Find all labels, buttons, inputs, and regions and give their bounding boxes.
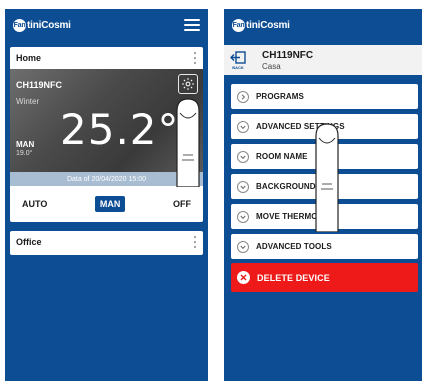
thermostat-name: CH119NFC	[16, 80, 63, 90]
thermostat-panel[interactable]: CH119NFC Winter 25.2° MAN 19.0°	[10, 69, 203, 172]
app-bar: Fan tiniCosmi	[224, 9, 422, 41]
device-name: CH119NFC	[262, 49, 314, 61]
home-card-title: Home	[16, 53, 42, 63]
home-card-header: Home	[10, 47, 203, 69]
device-room: Casa	[262, 61, 281, 71]
device-header: BACK CH119NFC Casa	[224, 45, 422, 75]
current-mode: MAN	[16, 140, 35, 149]
delete-device-label: DELETE DEVICE	[257, 272, 330, 283]
option-label: MOVE THERMOSTAT	[256, 212, 338, 221]
delete-device-button[interactable]: DELETE DEVICE	[231, 263, 418, 292]
back-label: BACK	[232, 64, 244, 70]
mode-button-man[interactable]: MAN	[94, 196, 126, 212]
thermostat-season: Winter	[16, 97, 40, 106]
phone-screen-device-settings: Fan tiniCosmi BACK CH119NFC Casa PROGRAM…	[224, 9, 422, 381]
fantini-cosmi-logo: Fan tiniCosmi	[232, 18, 290, 32]
option-label: ROOM NAME	[256, 152, 308, 161]
logo-text: tiniCosmi	[27, 19, 71, 31]
chevron-down-icon	[237, 240, 249, 253]
chevron-down-icon	[237, 180, 249, 193]
logo-text: tiniCosmi	[246, 19, 290, 31]
kebab-menu-icon[interactable]	[194, 52, 197, 64]
option-label: ADVANCED TOOLS	[256, 242, 332, 251]
back-button[interactable]: BACK	[228, 49, 248, 71]
fantini-cosmi-logo: Fan tiniCosmi	[13, 18, 71, 32]
option-background[interactable]: BACKGROUND	[231, 174, 418, 199]
option-label: BACKGROUND	[256, 182, 316, 191]
app-bar: Fan tiniCosmi	[5, 9, 208, 41]
home-card: Home CH119NFC Winter 25.2° MAN 19.0° Dat…	[10, 47, 203, 222]
phone-screen-home: Fan tiniCosmi Home CH119NFC Winter 25.2°…	[5, 9, 208, 381]
logo-mark: Fan	[232, 18, 245, 32]
option-label: ADVANCED SETTINGS	[256, 122, 345, 131]
mode-button-off[interactable]: OFF	[173, 199, 191, 209]
chevron-down-icon	[237, 150, 249, 163]
hamburger-menu-icon[interactable]	[184, 19, 200, 31]
logo-mark: Fan	[13, 18, 26, 32]
chevron-down-icon	[237, 210, 249, 223]
setpoint-temperature: 19.0°	[16, 150, 33, 157]
office-card-title: Office	[16, 237, 42, 247]
mode-selector: AUTO MAN OFF	[10, 192, 203, 216]
office-card-header: Office	[10, 231, 203, 253]
back-arrow-icon	[230, 50, 246, 64]
office-card[interactable]: Office	[10, 231, 203, 255]
gear-icon[interactable]	[178, 74, 198, 94]
last-update-date: Data of 20/04/2020 15:00	[10, 172, 203, 186]
option-label: PROGRAMS	[256, 92, 304, 101]
current-temperature: 25.2°	[60, 105, 180, 154]
chevron-down-icon	[237, 120, 249, 133]
close-icon	[237, 271, 250, 284]
kebab-menu-icon[interactable]	[194, 236, 197, 248]
option-room-name[interactable]: ROOM NAME	[231, 144, 418, 169]
option-advanced-settings[interactable]: ADVANCED SETTINGS	[231, 114, 418, 139]
mode-button-auto[interactable]: AUTO	[22, 199, 47, 209]
option-programs[interactable]: PROGRAMS	[231, 84, 418, 109]
option-advanced-tools[interactable]: ADVANCED TOOLS	[231, 234, 418, 259]
chevron-right-icon	[237, 90, 249, 103]
option-move-thermostat[interactable]: MOVE THERMOSTAT	[231, 204, 418, 229]
